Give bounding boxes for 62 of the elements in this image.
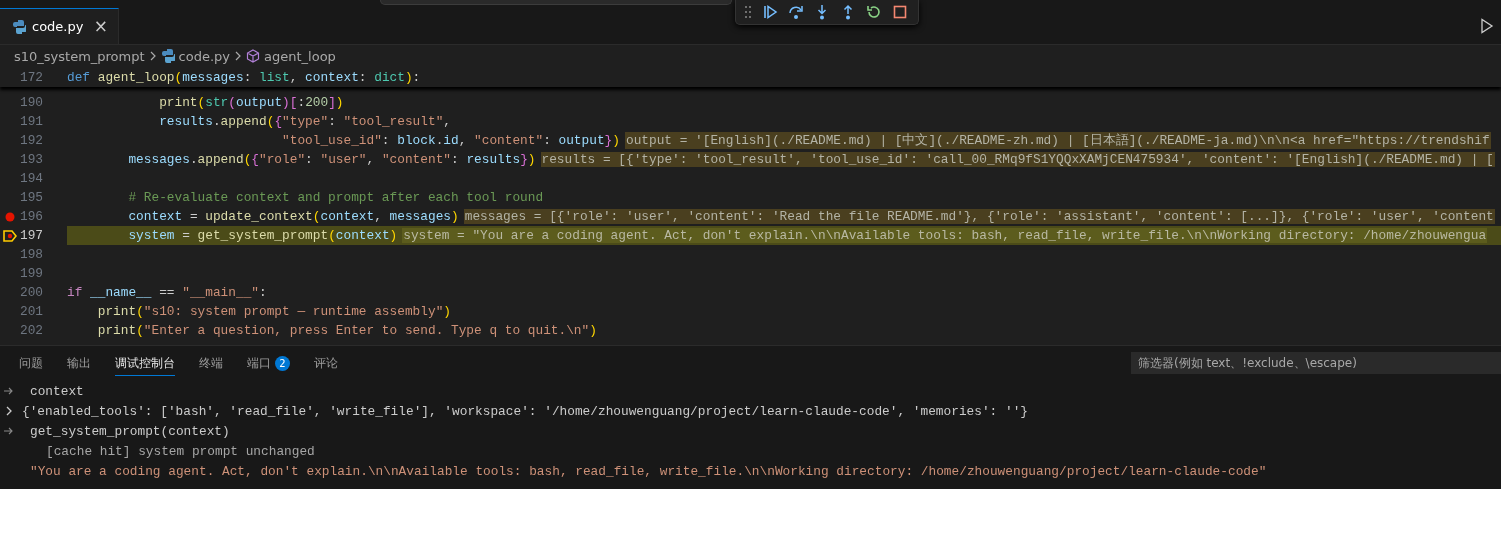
code-line: print("s10: system prompt — runtime assembly") [96,304,451,319]
chevron-icon [148,51,157,61]
code-line: "tool_use_id": block.id, "content": output}) [281,133,620,148]
python-file-icon [12,18,26,35]
output-text: {'enabled_tools': ['bash', 'read_file', 'write_file'], 'workspace': '/home/zhouwenguang/project/learn-claude-code', 'memories': ''} [22,403,1028,419]
command-text: get_system_prompt(context) [30,423,230,439]
command-text: context [30,383,84,399]
line-number: 193 [20,152,42,167]
line-number: 199 [20,266,42,281]
code-line: def agent_loop(messages: list, context: dict): [67,69,421,85]
breakpoint-icon[interactable] [5,211,15,222]
code-line: context = update_context(context, messages) [127,209,459,224]
breadcrumb-item[interactable]: agent_loop [264,48,336,64]
cube-icon [246,49,261,63]
line-number: 202 [20,323,42,338]
inline-value: messages = [{'role': 'user', 'content': 'Read the file README.md'}, {'role': 'assistant', 'content': [...]}, {'role': 'user', 'content [463,209,1495,224]
line-number: 200 [20,285,42,300]
close-button[interactable]: × [93,18,108,35]
line-number: 197 [20,228,42,243]
run-icon[interactable] [1479,18,1495,34]
editor-tab[interactable]: code.py × [0,8,119,44]
line-number: 194 [20,171,42,186]
arrow-icon [4,387,14,395]
inline-value: system = "You are a coding agent. Act, don't explain.\n\nAvailable tools: bash, read_file, write_file.\n\nWorking directory: /home/zhouwengua [402,228,1488,243]
stop-icon[interactable] [892,4,908,20]
panel-tab[interactable]: 终端 [199,351,223,376]
code-line: messages.append({"role": "user", "content": results}) [127,152,536,167]
continue-icon[interactable] [762,4,778,20]
output-text: [cache hit] system prompt unchanged [46,443,315,459]
panel-tab[interactable]: 评论 [314,351,338,376]
code-line: results.append({"type": "tool_result", [158,114,452,129]
line-number: 190 [20,95,42,110]
chevron-icon [234,51,243,61]
line-number: 201 [20,304,42,319]
python-file-icon [160,48,175,64]
count-badge: 2 [275,355,290,371]
chevron-right-icon[interactable] [4,406,14,416]
line-number: 198 [20,247,42,262]
arrow-icon [4,427,14,435]
line-number: 172 [20,69,42,85]
breadcrumb-item[interactable]: s10_system_prompt [14,48,145,64]
line-number: 196 [20,209,42,224]
code-line: # Re-evaluate context and prompt after each tool round [127,190,544,205]
inline-value: results = [{'type': 'tool_result', 'tool_use_id': 'call_00_RMq9fS1YQQxXAMjCEN475934', 'content': '[English](./README.md) | [ [540,152,1495,167]
panel-tab[interactable]: 问题 [19,351,43,376]
line-number: 192 [20,133,42,148]
step-over-icon[interactable] [788,4,804,20]
filter-field[interactable]: 筛选器(例如 text、!exclude、\escape) [1131,351,1501,374]
panel-tab[interactable]: 调试控制台 [115,351,175,376]
code-line: print(str(output)[:200]) [158,95,344,110]
code-line: print("Enter a question, press Enter to send. Type q to quit.\n") [96,323,597,338]
panel-tab[interactable]: 输出 [67,351,91,376]
inline-value: output = '[English](./README.md) | [中文](./README-zh.md) | [日本語](./README-ja.md)\n\n<a href="https://trendshif [624,132,1491,149]
output-text: "You are a coding agent. Act, don't explain.\n\nAvailable tools: bash, read_file, write_file.\n\nWorking directory: /home/zhouwenguang/project/learn-claude-code" [30,463,1267,479]
line-number: 191 [20,114,42,129]
code-line: if __name__ == "__main__": [67,285,267,300]
restart-icon[interactable] [866,4,882,20]
panel-tab[interactable]: 端口 2 [247,351,290,376]
breadcrumb-item[interactable]: code.py [178,48,231,64]
line-number: 195 [20,190,42,205]
drag-handle-icon[interactable] [744,5,752,19]
code-line: system = get_system_prompt(context) [127,228,398,243]
